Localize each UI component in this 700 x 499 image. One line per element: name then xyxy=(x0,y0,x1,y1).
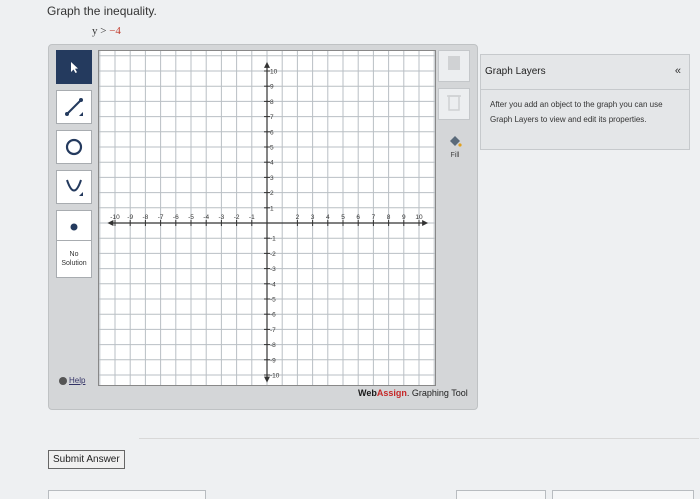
submit-answer-button[interactable]: Submit Answer xyxy=(48,450,125,469)
y-tick-label: -2 xyxy=(270,251,276,258)
graph-layers-description: After you add an object to the graph you… xyxy=(490,100,663,124)
x-tick-label: -8 xyxy=(143,214,149,221)
graph-layers-panel: Graph Layers « After you add an object t… xyxy=(480,54,690,150)
move-icon xyxy=(448,56,460,70)
x-tick-label: 4 xyxy=(326,214,330,221)
y-tick-label: -10 xyxy=(270,373,280,380)
x-tick-label: 2 xyxy=(296,214,300,221)
graph-layers-header: Graph Layers « xyxy=(481,55,689,90)
y-tick-label: -5 xyxy=(270,297,276,304)
y-tick-label: -6 xyxy=(270,312,276,319)
graph-layers-title: Graph Layers xyxy=(485,66,546,77)
x-tick-label: 8 xyxy=(387,214,391,221)
x-tick-label: -2 xyxy=(234,214,240,221)
y-tick-label: 8 xyxy=(270,99,274,106)
y-tick-label: 9 xyxy=(270,84,274,91)
x-tick-label: -1 xyxy=(249,214,255,221)
x-tick-label: -3 xyxy=(219,214,225,221)
paint-bucket-icon xyxy=(450,136,462,147)
y-tick-label: 1 xyxy=(270,205,274,212)
y-tick-label: 7 xyxy=(270,114,274,121)
y-tick-label: -3 xyxy=(270,266,276,273)
parabola-icon xyxy=(66,179,83,196)
y-tick-label: 5 xyxy=(270,145,274,152)
webassign-brand: WebAssign. Graphing Tool xyxy=(358,388,468,398)
fill-tool-button[interactable]: Fill xyxy=(441,134,469,162)
x-axis-arrow-right xyxy=(422,220,429,226)
x-tick-label: 9 xyxy=(402,214,406,221)
pointer-icon xyxy=(71,62,78,73)
y-tick-label: -8 xyxy=(270,342,276,349)
x-tick-label: 5 xyxy=(341,214,345,221)
collapse-layers-button[interactable]: « xyxy=(675,65,681,77)
no-solution-button[interactable]: No Solution xyxy=(56,240,92,278)
line-tool-button[interactable] xyxy=(56,90,92,124)
x-tick-label: 7 xyxy=(372,214,376,221)
x-tick-label: 10 xyxy=(415,214,423,221)
x-tick-label: -9 xyxy=(127,214,133,221)
circle-icon xyxy=(65,138,83,156)
graph-canvas[interactable]: -10 -9 -8 -7 -6 -5 -4 -3 -2 -1 2 3 4 5 6 7 8 9 10 10 9 8 7 6 5 4 3… xyxy=(98,50,436,391)
x-tick-label: -4 xyxy=(203,214,209,221)
x-tick-label: -7 xyxy=(158,214,164,221)
inequality: y > −4 xyxy=(92,25,121,37)
circle-tool-button[interactable] xyxy=(56,130,92,164)
x-tick-label: 6 xyxy=(356,214,360,221)
point-icon xyxy=(70,223,78,231)
help-link[interactable]: Help xyxy=(59,376,85,385)
divider xyxy=(139,438,699,439)
no-solution-label-line2: Solution xyxy=(61,260,87,267)
brand-web: Web xyxy=(358,388,377,398)
y-tick-label: 10 xyxy=(270,69,278,76)
y-tick-label: -4 xyxy=(270,281,276,288)
fill-label: Fill xyxy=(450,152,460,159)
help-icon xyxy=(59,376,67,385)
x-tick-label: -5 xyxy=(188,214,194,221)
y-tick-label: 2 xyxy=(270,190,274,197)
brand-assign: Assign xyxy=(376,388,407,398)
y-tick-label: 3 xyxy=(270,175,274,182)
line-icon xyxy=(65,98,83,116)
delete-tool-button[interactable] xyxy=(438,88,470,120)
help-label: Help xyxy=(69,376,86,385)
y-tick-label: -7 xyxy=(270,327,276,334)
x-tick-label: 3 xyxy=(311,214,315,221)
x-tick-label: -6 xyxy=(173,214,179,221)
parabola-tool-button[interactable] xyxy=(56,170,92,204)
y-tick-label: -9 xyxy=(270,357,276,364)
x-tick-label: -10 xyxy=(110,214,120,221)
pointer-tool-button[interactable] xyxy=(56,50,92,84)
y-tick-label: 6 xyxy=(270,129,274,136)
brand-rest: . Graphing Tool xyxy=(406,388,468,398)
move-tool-button[interactable] xyxy=(438,50,470,82)
trash-icon xyxy=(447,95,461,111)
no-solution-label-line1: No xyxy=(69,251,79,258)
question-prompt: Graph the inequality. xyxy=(47,4,157,18)
y-axis-arrow-up xyxy=(264,61,270,68)
coordinate-grid[interactable]: -10 -9 -8 -7 -6 -5 -4 -3 -2 -1 2 3 4 5 6 7 8 9 10 10 9 8 7 6 5 4 3… xyxy=(99,51,435,391)
inequality-variable: y xyxy=(92,25,98,37)
inequality-operator: > xyxy=(100,25,107,37)
y-tick-label: -1 xyxy=(270,236,276,243)
y-tick-label: 4 xyxy=(270,160,274,167)
inequality-rhs: −4 xyxy=(109,25,121,37)
point-tool-button[interactable] xyxy=(56,210,92,244)
